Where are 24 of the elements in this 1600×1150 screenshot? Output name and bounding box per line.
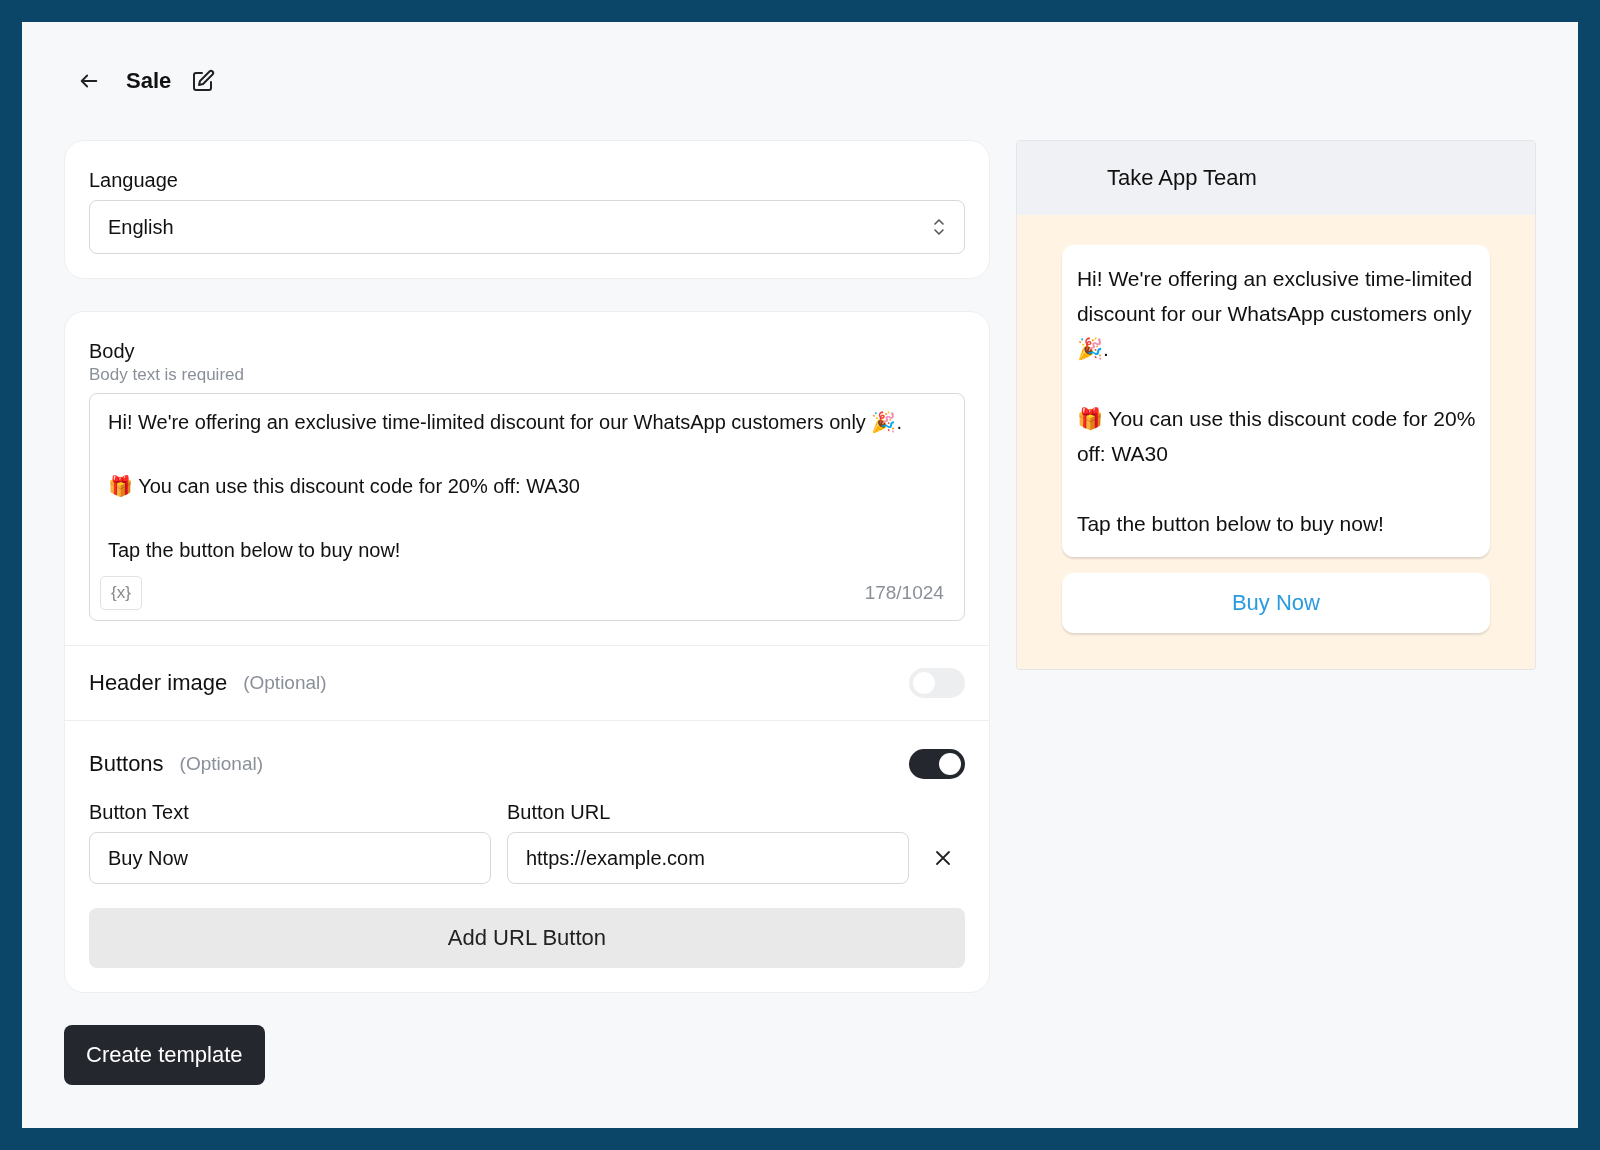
optional-note: (Optional) — [243, 672, 327, 694]
button-text-field[interactable]: Buy Now — [89, 832, 491, 884]
close-icon[interactable] — [934, 850, 951, 866]
message-bubble: Hi! We're offering an exclusive time-limited discount for our WhatsApp customers only 🎉. 🎁 You can use this discount code for 20% off: WA30 Tap the button below to buy now! — [1061, 245, 1490, 557]
section-title: Header image — [89, 670, 228, 696]
section-title: Buttons — [89, 751, 164, 777]
field-hint: Body text is required — [89, 365, 245, 385]
chat-title: Take App Team — [1106, 165, 1257, 191]
variable-button[interactable]: {x} — [100, 576, 142, 610]
field-label: Button Text — [89, 801, 190, 824]
chevron-up-down-icon — [931, 217, 946, 237]
page-title: Sale — [126, 68, 172, 94]
body-field[interactable]: Hi! We're offering an exclusive time-limited discount for our WhatsApp customers only 🎉. 🎁 You can use this discount code for 20% off: WA30 Tap the button below to buy now! {x} 178/1024 — [89, 393, 965, 621]
add-url-button[interactable]: Add URL Button — [89, 908, 965, 968]
field-label: Language — [89, 169, 179, 192]
field-label: Button URL — [506, 801, 612, 824]
button-url-field[interactable]: https://example.com — [506, 832, 909, 884]
character-counter: 178/1024 — [864, 582, 945, 604]
create-template-button[interactable]: Create template — [64, 1025, 265, 1085]
language-select[interactable]: English — [89, 200, 965, 254]
edit-icon[interactable] — [191, 69, 216, 93]
field-label: Body — [89, 340, 136, 363]
optional-note: (Optional) — [179, 753, 264, 775]
toggle-switch[interactable] — [908, 749, 965, 779]
